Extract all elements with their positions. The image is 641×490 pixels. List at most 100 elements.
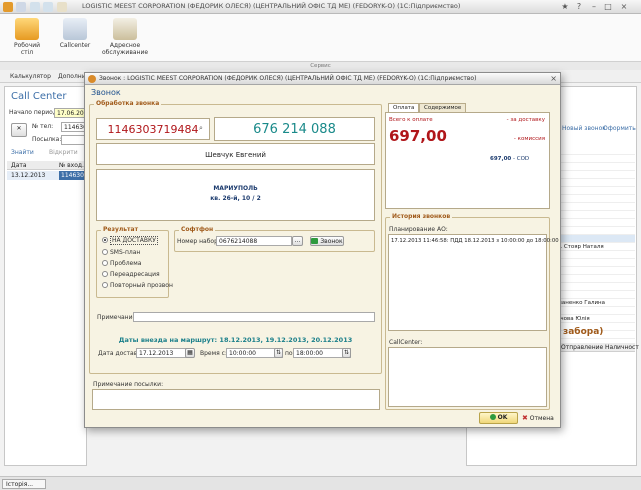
ok-button[interactable]: OK — [479, 412, 518, 424]
address-service-icon — [113, 18, 137, 40]
ribbon-address-button[interactable]: Адресное обслуживание — [100, 18, 150, 56]
close-button[interactable]: × — [619, 2, 629, 12]
list-item[interactable] — [557, 235, 635, 243]
time-from-label: Время с: — [200, 350, 227, 357]
time-from-stepper[interactable]: ⇅ — [274, 348, 283, 358]
phone-formatted: 676 214 088 — [253, 122, 336, 137]
register-link[interactable]: Оформить — [603, 125, 636, 132]
phone-number: 1146303719484 — [107, 123, 199, 136]
call-button[interactable]: Звонок — [310, 236, 344, 246]
result-label: Проблема — [110, 260, 142, 267]
window-title: LOGISTIC MEEST CORPORATION (ФЕДОРИК ОЛЕС… — [82, 2, 461, 10]
forward-arrow-icon[interactable] — [43, 2, 53, 12]
search-icon[interactable]: ⌕ — [199, 124, 208, 134]
list-item[interactable] — [557, 259, 635, 267]
list-item[interactable]: а — [557, 227, 635, 235]
callcenter-notes[interactable] — [388, 347, 547, 407]
list-item[interactable]: а — [557, 179, 635, 187]
home-icon[interactable] — [57, 2, 67, 12]
address-box: МАРИУПОЛЬ кв. 26-й, 10 / 2 — [96, 169, 375, 221]
list-item[interactable]: а — [557, 195, 635, 203]
cod-label: - COD — [513, 156, 530, 162]
result-radio-redirect[interactable]: Переадресация — [102, 271, 160, 278]
dial-field[interactable]: 0676214088 — [216, 236, 292, 246]
maximize-button[interactable]: □ — [603, 2, 613, 12]
col-num[interactable]: № вход. — [59, 162, 84, 169]
result-radio-problem[interactable]: Проблема — [102, 260, 141, 267]
cancel-icon: ✖ — [522, 414, 528, 422]
list-item[interactable]: а — [557, 155, 635, 163]
tool-calculator[interactable]: Калькулятор — [10, 73, 51, 80]
parcel-note-field[interactable] — [92, 389, 380, 410]
list-item[interactable] — [557, 147, 635, 155]
dial-select-button[interactable]: … — [292, 236, 303, 246]
col-cash[interactable]: Наличност — [605, 344, 639, 351]
list-item[interactable]: а — [557, 187, 635, 195]
ribbon-callcenter-label: Callcenter — [59, 42, 91, 49]
list-item[interactable] — [557, 275, 635, 283]
dialog-title-bar: Звонок : LOGISTIC MEEST CORPORATION (ФЕД… — [85, 73, 560, 85]
period-field[interactable]: 17.06.2013 — [54, 108, 91, 118]
list-item[interactable]: ачова Юлія — [557, 315, 635, 323]
cancel-label: Отмена — [529, 415, 554, 422]
phone-number-box[interactable]: 1146303719484 ⌕ — [96, 118, 210, 140]
dialog-header: Звонок — [91, 88, 121, 97]
minimize-button[interactable]: – — [589, 2, 599, 12]
list-item[interactable]: а — [557, 291, 635, 299]
pickup-section-title: забора) — [563, 327, 604, 337]
history-group-label: История звонков — [390, 213, 453, 220]
back-arrow-icon[interactable] — [30, 2, 40, 12]
col-date[interactable]: Дата — [11, 162, 27, 169]
list-item[interactable]: а — [557, 211, 635, 219]
list-item[interactable]: а — [557, 203, 635, 211]
ribbon-desktop-button[interactable]: Робочий стіл — [10, 18, 44, 56]
tab-contents[interactable]: Содержимое — [419, 103, 467, 112]
result-group-label: Результат — [101, 226, 141, 233]
callcenter-icon — [63, 18, 87, 40]
phone-icon — [311, 238, 319, 244]
ribbon-desktop-label: Робочий стіл — [13, 42, 40, 56]
list-item[interactable] — [557, 267, 635, 275]
list-item[interactable] — [557, 307, 635, 315]
list-item[interactable]: а — [557, 171, 635, 179]
payment-panel: Всего к оплате - за доставку 697,00 - ко… — [385, 112, 550, 209]
address: кв. 26-й, 10 / 2 — [210, 195, 261, 202]
new-call-link[interactable]: Новый звонок — [562, 125, 606, 132]
result-radio-sms[interactable]: SMS-план — [102, 249, 140, 256]
desktop-icon — [15, 18, 39, 40]
menu-icon[interactable] — [16, 2, 26, 12]
app-logo-icon — [3, 2, 13, 12]
cancel-button[interactable]: ✖ Отмена — [522, 414, 554, 422]
result-radio-delivery[interactable]: НА ДОСТАВКУ — [102, 236, 158, 245]
time-to-stepper[interactable]: ⇅ — [342, 348, 351, 358]
list-item[interactable]: а — [557, 219, 635, 227]
ribbon-callcenter-button[interactable]: Callcenter — [58, 18, 92, 49]
open-button[interactable]: Відкрити — [49, 149, 78, 156]
dialog-close-button[interactable]: × — [550, 74, 557, 83]
list-item[interactable] — [557, 251, 635, 259]
tab-payment[interactable]: Оплата — [388, 103, 420, 112]
city: МАРИУПОЛЬ — [213, 185, 258, 192]
history-entry: 17.12.2013 11:46:58: ПДД 18.12.2013 з 10… — [391, 238, 559, 244]
list-item[interactable]: Іваненко Галина — [557, 299, 635, 307]
list-item[interactable]: а — [557, 283, 635, 291]
main-title-bar: LOGISTIC MEEST CORPORATION (ФЕДОРИК ОЛЕС… — [0, 0, 641, 14]
col-shipment[interactable]: Отправление — [561, 344, 603, 351]
client-name: Шевчук Евгений — [205, 151, 266, 159]
clear-filter-icon[interactable]: ✕ — [11, 123, 27, 137]
list-item[interactable]: Р. Стояр Наталя — [557, 243, 635, 251]
history-list[interactable]: 17.12.2013 11:46:58: ПДД 18.12.2013 з 10… — [388, 234, 559, 331]
find-button[interactable]: Знайти — [11, 149, 34, 156]
grid-header: Дата № вход. — [7, 161, 85, 170]
result-radio-recall[interactable]: Повторный прозвон — [102, 282, 173, 289]
note-field[interactable] — [133, 312, 375, 322]
list-item[interactable]: а — [557, 163, 635, 171]
dialog-title: Звонок : LOGISTIC MEEST CORPORATION (ФЕД… — [99, 75, 477, 82]
help-icon[interactable]: ? — [574, 2, 584, 12]
route-dates: Даты внезда на маршрут: 18.12.2013, 19.1… — [118, 336, 353, 344]
history-task-button[interactable]: Історія... — [2, 479, 46, 489]
calendar-icon[interactable]: ▦ — [185, 348, 195, 358]
pickup-grid-header: Отправление Наличност — [557, 343, 639, 352]
table-row[interactable]: 13.12.2013 11463037 — [7, 171, 92, 180]
favorites-icon[interactable]: ★ — [560, 2, 570, 12]
